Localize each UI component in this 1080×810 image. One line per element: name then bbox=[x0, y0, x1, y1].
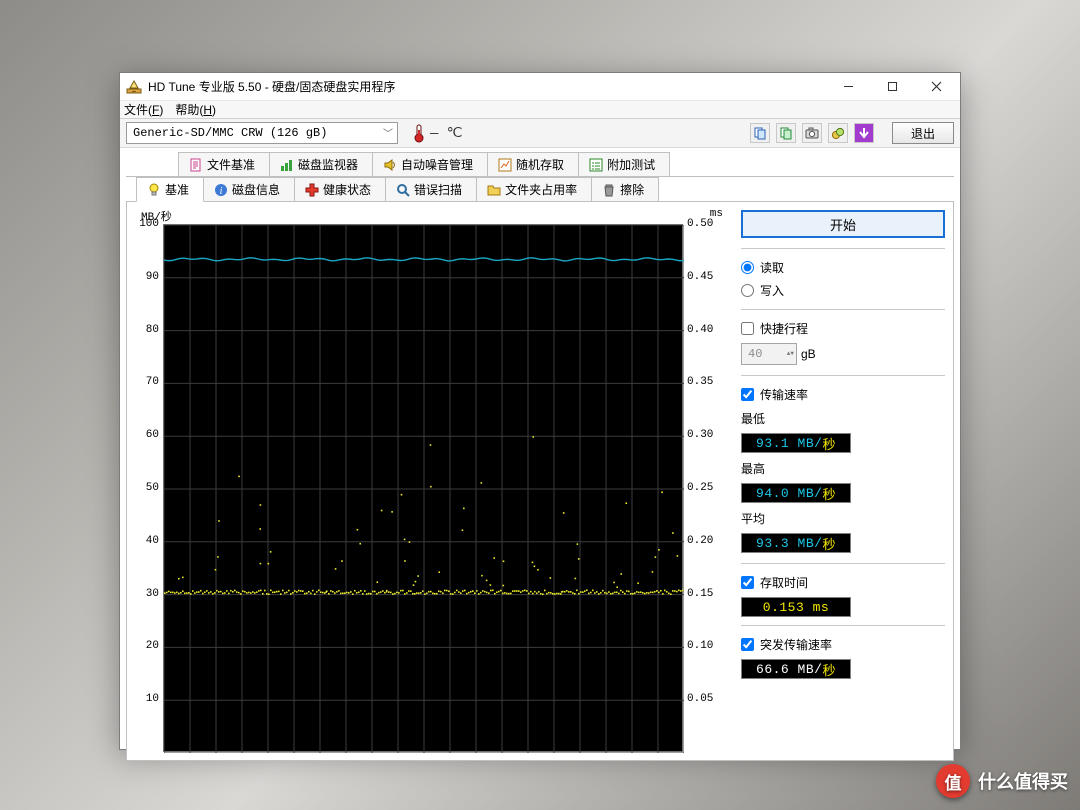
drive-select[interactable]: Generic-SD/MMC CRW (126 gB) ﹀ bbox=[126, 122, 398, 144]
watermark-badge: 值 bbox=[936, 764, 970, 798]
checklist-icon bbox=[589, 158, 603, 172]
copy-screenshot-icon[interactable] bbox=[776, 123, 796, 143]
window-title: HD Tune 专业版 5.50 - 硬盘/固态硬盘实用程序 bbox=[148, 78, 826, 95]
value-access-time: 0.153 ms bbox=[741, 597, 851, 617]
minimize-button[interactable] bbox=[826, 73, 870, 100]
app-window: HD Tune 专业版 5.50 - 硬盘/固态硬盘实用程序 文件(F) 帮助(… bbox=[119, 72, 961, 750]
lightbulb-icon bbox=[147, 183, 161, 197]
express-size-input[interactable]: 40 ▲▼ gB bbox=[741, 343, 945, 365]
label-min: 最低 bbox=[741, 410, 945, 427]
svg-text:i: i bbox=[220, 186, 223, 197]
label-avg: 平均 bbox=[741, 510, 945, 527]
folder-icon bbox=[487, 183, 501, 197]
tab-error-scan[interactable]: 错误扫描 bbox=[385, 177, 477, 201]
tab-folder-usage[interactable]: 文件夹占用率 bbox=[476, 177, 592, 201]
page-icon bbox=[189, 158, 203, 172]
benchmark-chart bbox=[163, 224, 683, 752]
tab-additional-tests[interactable]: 附加测试 bbox=[578, 152, 670, 176]
thermometer-icon bbox=[412, 123, 426, 143]
temperature: — ℃ bbox=[412, 123, 463, 143]
chart-area: MB/秒 ms 100908070605040302010 0.500.450.… bbox=[135, 210, 727, 752]
menu-help[interactable]: 帮助(H) bbox=[175, 101, 216, 118]
toolbar: Generic-SD/MMC CRW (126 gB) ﹀ — ℃ 退出 bbox=[120, 119, 960, 148]
start-button[interactable]: 开始 bbox=[741, 210, 945, 238]
tab-content: MB/秒 ms 100908070605040302010 0.500.450.… bbox=[126, 202, 954, 761]
label-max: 最高 bbox=[741, 460, 945, 477]
camera-icon[interactable] bbox=[802, 123, 822, 143]
menu-file[interactable]: 文件(F) bbox=[124, 101, 163, 118]
titlebar: HD Tune 专业版 5.50 - 硬盘/固态硬盘实用程序 bbox=[120, 73, 960, 101]
check-burst-rate[interactable]: 突发传输速率 bbox=[741, 636, 945, 653]
y-right-ticks: 0.500.450.400.350.300.250.200.150.100.05 bbox=[683, 210, 721, 752]
y-left-ticks: 100908070605040302010 bbox=[135, 210, 163, 752]
app-icon bbox=[126, 79, 142, 95]
watermark: 值 什么值得买 bbox=[936, 764, 1068, 798]
magnifier-icon bbox=[396, 183, 410, 197]
maximize-button[interactable] bbox=[870, 73, 914, 100]
chart-icon bbox=[280, 158, 294, 172]
value-max: 94.0 MB/秒 bbox=[741, 483, 851, 503]
info-icon: i bbox=[214, 183, 228, 197]
trash-icon bbox=[602, 183, 616, 197]
radio-read[interactable]: 读取 bbox=[741, 259, 945, 276]
stats-icon bbox=[498, 158, 512, 172]
check-access-time[interactable]: 存取时间 bbox=[741, 574, 945, 591]
options-icon[interactable] bbox=[828, 123, 848, 143]
side-panel: 开始 读取 写入 快捷行程 40 ▲▼ gB 传输速率 最低 93.1 MB/秒… bbox=[727, 210, 945, 752]
tabs-row-bottom: 基准 i 磁盘信息 健康状态 错误扫描 文件夹占用率 擦除 bbox=[126, 177, 954, 202]
tab-erase[interactable]: 擦除 bbox=[591, 177, 659, 201]
exit-button[interactable]: 退出 bbox=[892, 122, 954, 144]
watermark-text: 什么值得买 bbox=[978, 768, 1068, 794]
check-transfer-rate[interactable]: 传输速率 bbox=[741, 386, 945, 403]
value-avg: 93.3 MB/秒 bbox=[741, 533, 851, 553]
close-button[interactable] bbox=[914, 73, 958, 100]
spinner-icons[interactable]: ▲▼ bbox=[787, 351, 794, 357]
tab-disk-monitor[interactable]: 磁盘监视器 bbox=[269, 152, 373, 176]
tab-disk-info[interactable]: i 磁盘信息 bbox=[203, 177, 295, 201]
value-burst-rate: 66.6 MB/秒 bbox=[741, 659, 851, 679]
speaker-icon bbox=[383, 158, 397, 172]
cross-icon bbox=[305, 183, 319, 197]
temperature-value: — ℃ bbox=[430, 125, 463, 142]
chevron-down-icon: ﹀ bbox=[383, 125, 393, 141]
tab-file-benchmark[interactable]: 文件基准 bbox=[178, 152, 270, 176]
tab-random-access[interactable]: 随机存取 bbox=[487, 152, 579, 176]
save-icon[interactable] bbox=[854, 123, 874, 143]
tab-auto-noise[interactable]: 自动噪音管理 bbox=[372, 152, 488, 176]
toolbar-icons bbox=[750, 123, 874, 143]
value-min: 93.1 MB/秒 bbox=[741, 433, 851, 453]
tab-benchmark[interactable]: 基准 bbox=[136, 177, 204, 202]
check-express[interactable]: 快捷行程 bbox=[741, 320, 945, 337]
radio-write[interactable]: 写入 bbox=[741, 282, 945, 299]
copy-info-icon[interactable] bbox=[750, 123, 770, 143]
drive-select-value: Generic-SD/MMC CRW (126 gB) bbox=[133, 126, 327, 140]
menubar: 文件(F) 帮助(H) bbox=[120, 101, 960, 119]
tabs-row-top: 文件基准 磁盘监视器 自动噪音管理 随机存取 附加测试 bbox=[126, 152, 954, 177]
tab-health[interactable]: 健康状态 bbox=[294, 177, 386, 201]
